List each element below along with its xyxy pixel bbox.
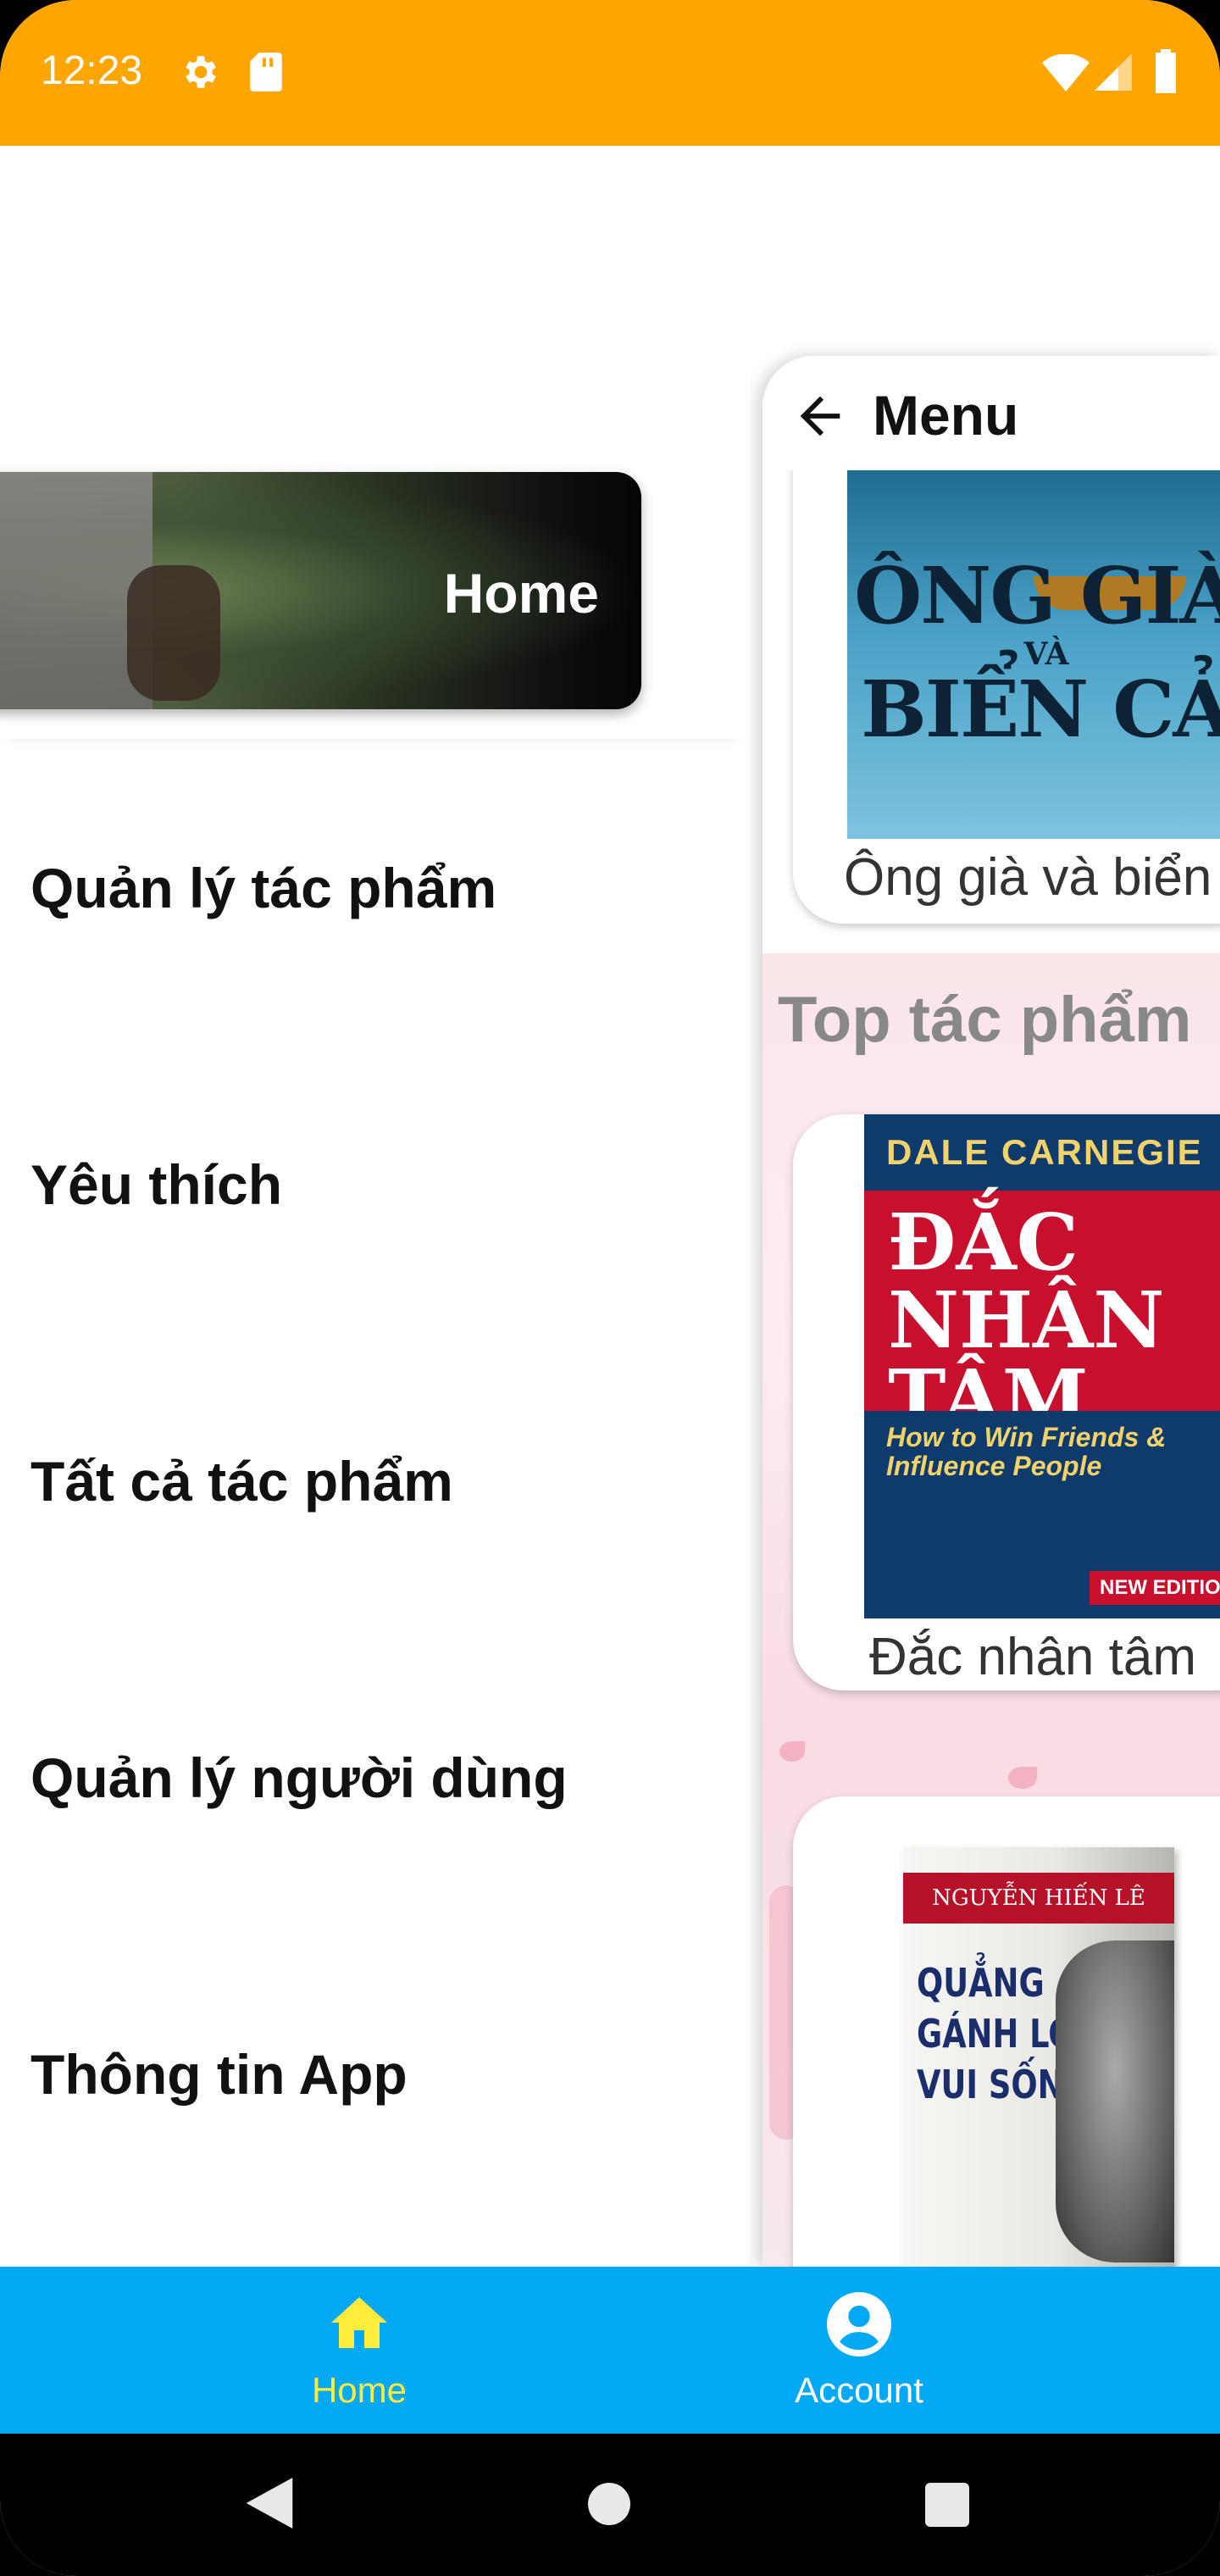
cover-author: DALE CARNEGIE — [864, 1114, 1220, 1191]
home-icon[interactable] — [329, 2294, 390, 2351]
menu-title: Menu — [873, 384, 1019, 447]
content-header: Menu — [762, 356, 1220, 470]
recents-icon[interactable] — [925, 2483, 969, 2527]
section-title: Top tác phẩm — [778, 984, 1192, 1056]
hand-image — [127, 565, 220, 701]
book-card[interactable]: NGUYỄN HIẾN LÊ QUẲNG GÁNH LO VUI SỐNG — [793, 1796, 1220, 2267]
battery-icon — [1156, 49, 1176, 93]
system-navigation-bar — [0, 2434, 1220, 2576]
gear-icon — [186, 56, 216, 88]
book-cover-image: DALE CARNEGIE ĐẮC NHÂN TÂM How to Win Fr… — [864, 1114, 1220, 1618]
drawer-item-favorites[interactable]: Yêu thích — [30, 1152, 282, 1217]
drawer-item-manage-works[interactable]: Quản lý tác phẩm — [30, 856, 496, 920]
navigation-drawer: Home Quản lý tác phẩm Yêu thích Tất cả t… — [0, 146, 746, 2267]
account-icon[interactable] — [827, 2292, 891, 2357]
signal-icon — [1095, 53, 1132, 91]
status-time: 12:23 — [41, 48, 143, 93]
drawer-header-area: Home — [0, 146, 746, 739]
nav-account-label[interactable]: Account — [774, 2370, 944, 2411]
cover-text: ĐẮC — [888, 1196, 1079, 1288]
book-cover-image: ÔNG GIÀ VÀ BIỂN CẢ — [847, 466, 1220, 839]
book-cover-image: NGUYỄN HIẾN LÊ QUẲNG GÁNH LO VUI SỐNG — [903, 1847, 1174, 2267]
drawer-item-manage-users[interactable]: Quản lý người dùng — [30, 1746, 568, 1810]
wifi-icon — [1042, 54, 1090, 92]
cover-title: ĐẮC NHÂN TÂM — [888, 1203, 1165, 1437]
portrait-illustration — [1056, 1940, 1174, 2262]
cover-text: ÔNG GIÀ — [854, 550, 1220, 641]
edition-badge: NEW EDITION — [1090, 1571, 1220, 1605]
drawer-header-home[interactable]: Home — [0, 472, 641, 709]
bottom-navigation: Home Account — [0, 2267, 1220, 2434]
home-circle-icon[interactable] — [588, 2483, 630, 2525]
nav-home-label[interactable]: Home — [274, 2370, 444, 2411]
back-icon[interactable] — [246, 2478, 293, 2529]
sd-card-icon — [250, 53, 282, 92]
cover-text: BIỂN CẢ — [861, 663, 1220, 755]
book-title: Ông già và biển cả — [844, 848, 1220, 907]
main-content: Menu ÔNG GIÀ VÀ BIỂN CẢ Ông già và biển … — [762, 356, 1220, 2267]
cover-subtitle: How to Win Friends & Influence People — [886, 1422, 1167, 1481]
petal-decoration — [1008, 1767, 1037, 1789]
status-bar: 12:23 — [0, 0, 1220, 146]
drawer-item-app-info[interactable]: Thông tin App — [30, 2042, 408, 2107]
cover-band: How to Win Friends & Influence People NE… — [864, 1411, 1220, 1618]
book-title: Đắc nhân tâm — [869, 1628, 1196, 1686]
book-card[interactable]: DALE CARNEGIE ĐẮC NHÂN TÂM How to Win Fr… — [793, 1114, 1220, 1690]
cover-text: NHÂN — [888, 1274, 1165, 1366]
drawer-home-label: Home — [443, 562, 599, 625]
app-screen: 12:23 Menu ÔNG GIÀ VÀ BIỂN CẢ Ông già và… — [0, 0, 1220, 2576]
back-arrow-icon[interactable] — [788, 386, 852, 446]
drawer-item-all-works[interactable]: Tất cả tác phẩm — [30, 1449, 453, 1513]
cover-author: NGUYỄN HIẾN LÊ — [903, 1873, 1174, 1924]
petal-decoration — [779, 1741, 805, 1762]
